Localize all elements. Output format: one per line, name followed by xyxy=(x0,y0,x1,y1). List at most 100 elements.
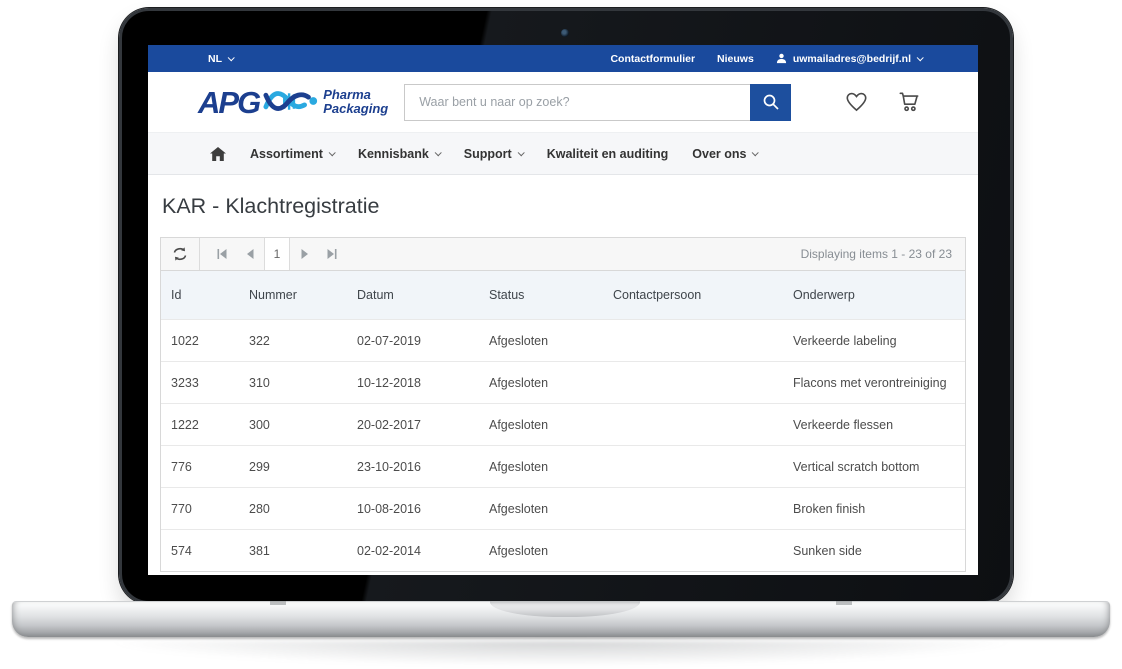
cell-datum: 10-12-2018 xyxy=(347,376,479,390)
news-link[interactable]: Nieuws xyxy=(717,53,754,65)
cell-status: Afgesloten xyxy=(479,502,603,516)
cell-datum: 23-10-2016 xyxy=(347,460,479,474)
cell-onderwerp: Sunken side xyxy=(783,544,965,558)
nav-item-support[interactable]: Support xyxy=(464,147,523,161)
search-bar xyxy=(404,84,791,121)
laptop-hinge xyxy=(836,601,852,605)
complaints-grid: 1 Displaying ite xyxy=(160,237,966,572)
search-icon xyxy=(762,93,780,111)
first-page-icon xyxy=(216,249,228,259)
last-page-button[interactable] xyxy=(318,238,346,270)
cell-id: 3233 xyxy=(161,376,239,390)
language-selector[interactable]: NL xyxy=(208,53,233,65)
logo-brand-text: APG xyxy=(198,87,259,118)
next-page-icon xyxy=(300,249,309,259)
language-label: NL xyxy=(208,53,222,65)
cell-nummer: 300 xyxy=(239,418,347,432)
cell-status: Afgesloten xyxy=(479,334,603,348)
pager: 1 xyxy=(208,238,346,270)
prev-page-button[interactable] xyxy=(236,238,264,270)
page-title: KAR - Klachtregistratie xyxy=(162,192,966,220)
column-header-id[interactable]: Id xyxy=(161,288,239,302)
cart-icon xyxy=(896,89,922,115)
table-row[interactable]: 776 299 23-10-2016 Afgesloten Vertical s… xyxy=(161,445,965,487)
cell-status: Afgesloten xyxy=(479,418,603,432)
chevron-down-icon xyxy=(329,149,336,156)
column-header-onderwerp[interactable]: Onderwerp xyxy=(783,288,965,302)
cell-datum: 20-02-2017 xyxy=(347,418,479,432)
table-header-row: Id Nummer Datum Status Contactpersoon On… xyxy=(161,271,965,319)
user-icon xyxy=(776,53,787,64)
cell-onderwerp: Flacons met verontreiniging xyxy=(783,376,965,390)
grid-toolbar: 1 Displaying ite xyxy=(161,238,965,271)
cell-datum: 02-07-2019 xyxy=(347,334,479,348)
nav-label: Kwaliteit en auditing xyxy=(547,147,669,161)
cell-onderwerp: Verkeerde labeling xyxy=(783,334,965,348)
cell-id: 770 xyxy=(161,502,239,516)
table-row[interactable]: 574 381 02-02-2014 Afgesloten Sunken sid… xyxy=(161,529,965,571)
search-input[interactable] xyxy=(404,84,750,121)
cell-datum: 10-08-2016 xyxy=(347,502,479,516)
cell-status: Afgesloten xyxy=(479,376,603,390)
nav-item-kwaliteit-en-auditing[interactable]: Kwaliteit en auditing xyxy=(547,147,669,161)
header-action-icons xyxy=(843,89,922,115)
contactform-label: Contactformulier xyxy=(610,53,695,65)
nav-home[interactable] xyxy=(210,147,226,161)
chevron-down-icon xyxy=(517,149,524,156)
laptop-mockup: NL Contactformulier Nieuws uwmailadres@b… xyxy=(0,0,1122,669)
nav-item-kennisbank[interactable]: Kennisbank xyxy=(358,147,440,161)
table-row[interactable]: 3233 310 10-12-2018 Afgesloten Flacons m… xyxy=(161,361,965,403)
refresh-icon xyxy=(172,247,188,261)
home-icon xyxy=(210,147,226,161)
nav-label: Support xyxy=(464,147,512,161)
cell-nummer: 381 xyxy=(239,544,347,558)
contactform-link[interactable]: Contactformulier xyxy=(610,53,695,65)
table-row[interactable]: 1022 322 02-07-2019 Afgesloten Verkeerde… xyxy=(161,319,965,361)
first-page-button[interactable] xyxy=(208,238,236,270)
cart-button[interactable] xyxy=(896,89,922,115)
column-header-status[interactable]: Status xyxy=(479,288,603,302)
table-row[interactable]: 1222 300 20-02-2017 Afgesloten Verkeerde… xyxy=(161,403,965,445)
account-menu[interactable]: uwmailadres@bedrijf.nl xyxy=(776,53,922,65)
prev-page-icon xyxy=(246,249,255,259)
wishlist-button[interactable] xyxy=(843,89,870,115)
nav-item-assortiment[interactable]: Assortiment xyxy=(250,147,334,161)
column-header-datum[interactable]: Datum xyxy=(347,288,479,302)
search-button[interactable] xyxy=(750,84,791,121)
refresh-button[interactable] xyxy=(161,238,200,270)
cell-datum: 02-02-2014 xyxy=(347,544,479,558)
logo-tagline-bottom: Packaging xyxy=(323,102,388,116)
nav-label: Kennisbank xyxy=(358,147,429,161)
logo-tagline-top: Pharma xyxy=(323,88,388,102)
table-row[interactable]: 770 280 10-08-2016 Afgesloten Broken fin… xyxy=(161,487,965,529)
cell-status: Afgesloten xyxy=(479,544,603,558)
chevron-down-icon xyxy=(434,149,441,156)
cell-nummer: 299 xyxy=(239,460,347,474)
laptop-hinge xyxy=(270,601,286,605)
nav-item-over-ons[interactable]: Over ons xyxy=(692,147,757,161)
account-email: uwmailadres@bedrijf.nl xyxy=(793,53,911,65)
utility-bar: NL Contactformulier Nieuws uwmailadres@b… xyxy=(148,45,978,72)
current-page-indicator[interactable]: 1 xyxy=(264,238,290,270)
dna-icon xyxy=(263,84,321,120)
site-logo[interactable]: APG Pharma Packaging xyxy=(198,84,388,120)
column-header-contactpersoon[interactable]: Contactpersoon xyxy=(603,288,783,302)
logo-tagline: Pharma Packaging xyxy=(323,88,388,117)
cell-id: 1222 xyxy=(161,418,239,432)
laptop-reflection xyxy=(90,641,1032,667)
site-header: APG Pharma Packaging xyxy=(148,72,978,132)
nav-label: Assortiment xyxy=(250,147,323,161)
chevron-down-icon xyxy=(917,54,924,61)
webcam-icon xyxy=(561,29,569,37)
chevron-down-icon xyxy=(752,149,759,156)
cell-nummer: 280 xyxy=(239,502,347,516)
next-page-button[interactable] xyxy=(290,238,318,270)
cell-nummer: 322 xyxy=(239,334,347,348)
chevron-down-icon xyxy=(228,54,235,61)
cell-status: Afgesloten xyxy=(479,460,603,474)
page-content: KAR - Klachtregistratie xyxy=(148,175,978,572)
news-label: Nieuws xyxy=(717,53,754,65)
cell-onderwerp: Vertical scratch bottom xyxy=(783,460,965,474)
cell-onderwerp: Broken finish xyxy=(783,502,965,516)
column-header-nummer[interactable]: Nummer xyxy=(239,288,347,302)
